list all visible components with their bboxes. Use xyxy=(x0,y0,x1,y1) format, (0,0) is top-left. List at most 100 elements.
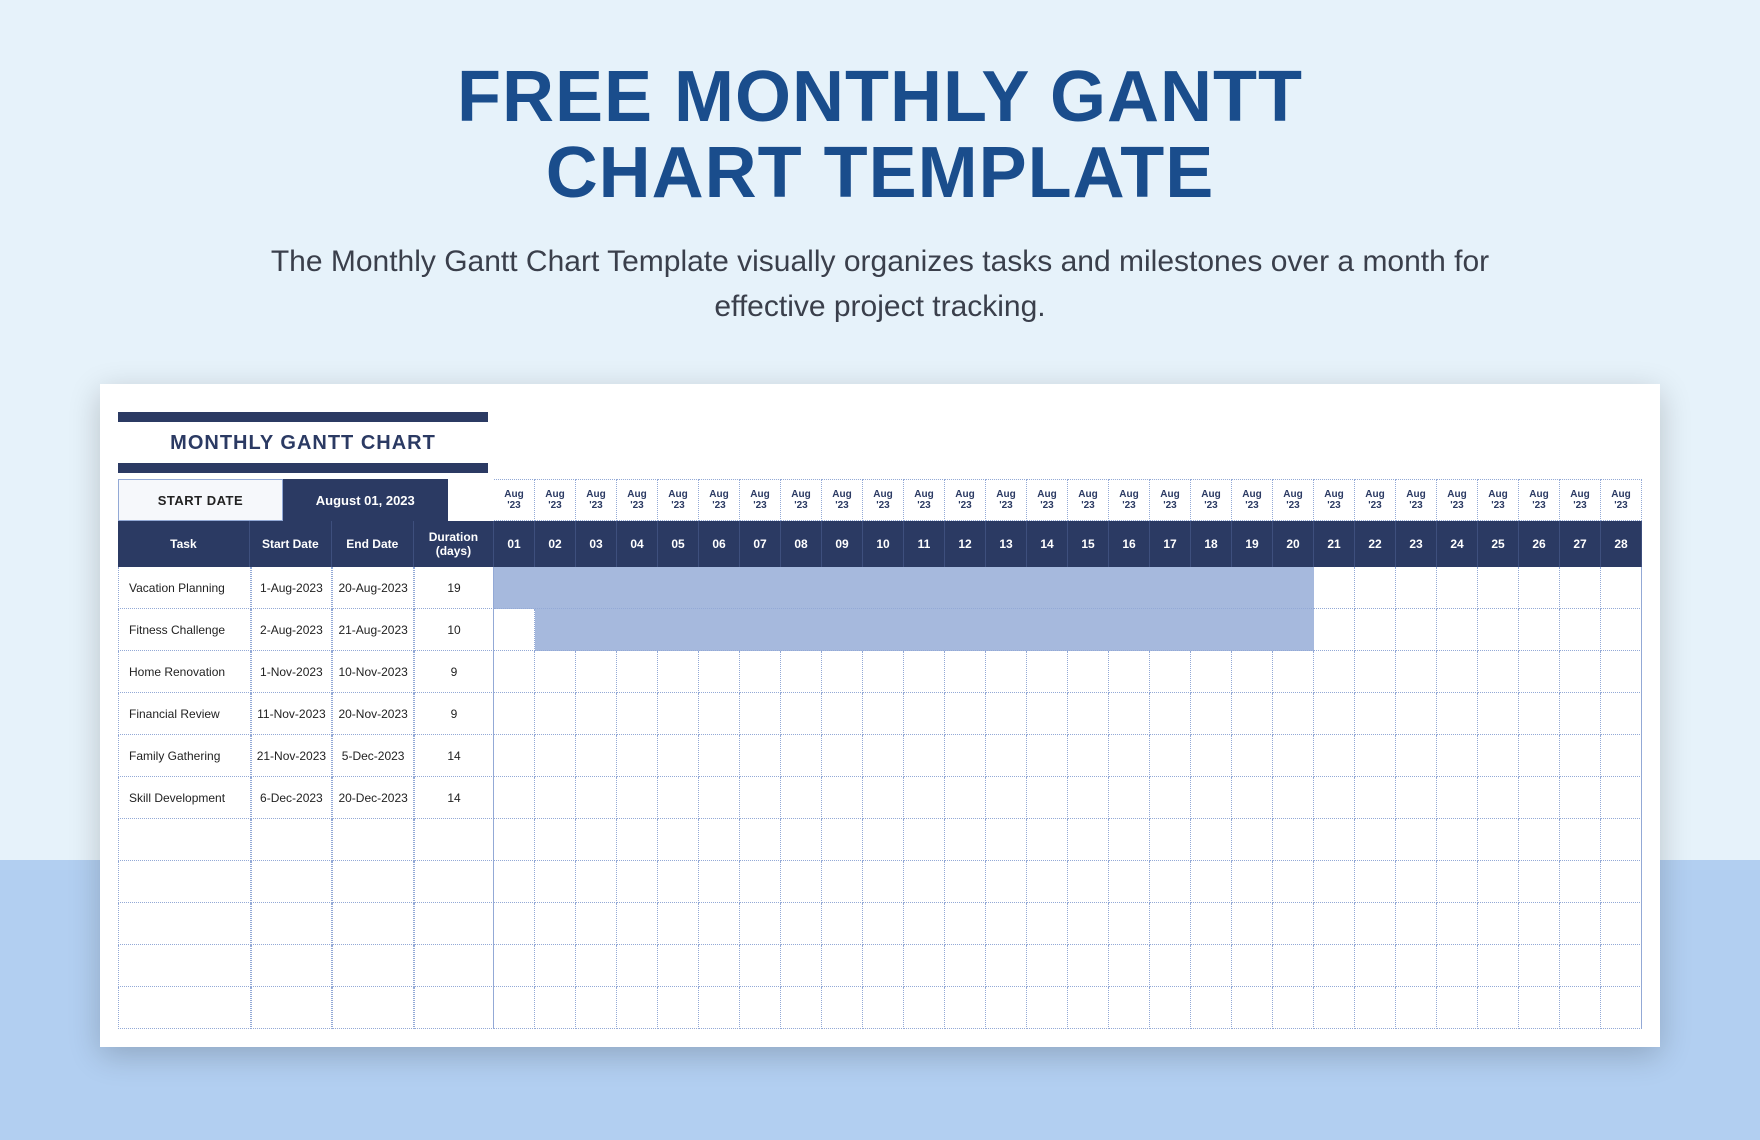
gantt-day-cell xyxy=(699,861,740,903)
day-header-cell: 28 xyxy=(1601,521,1642,567)
gantt-day-cell xyxy=(576,861,617,903)
gantt-day-cell xyxy=(1478,609,1519,651)
gantt-day-cell xyxy=(1314,651,1355,693)
day-header-cell: 22 xyxy=(1355,521,1396,567)
gantt-day-cell xyxy=(945,651,986,693)
gantt-day-cell xyxy=(1232,861,1273,903)
gantt-day-cell xyxy=(863,987,904,1029)
gantt-day-cell xyxy=(945,945,986,987)
gantt-day-cell xyxy=(535,777,576,819)
day-header-cell: 13 xyxy=(986,521,1027,567)
gantt-day-cell xyxy=(740,777,781,819)
gantt-day-cell xyxy=(1560,861,1601,903)
month-header-cell: Aug'23 xyxy=(945,479,986,521)
gantt-day-cell xyxy=(576,945,617,987)
gantt-day-cell xyxy=(1191,861,1232,903)
cell-task: Financial Review xyxy=(118,693,251,735)
gantt-day-cell xyxy=(945,819,986,861)
month-header-cell: Aug'23 xyxy=(740,479,781,521)
gantt-day-cell xyxy=(1068,735,1109,777)
gantt-day-cell xyxy=(1396,567,1437,609)
gantt-day-cell xyxy=(658,945,699,987)
gantt-day-cell xyxy=(945,861,986,903)
gantt-day-cell xyxy=(1232,777,1273,819)
gantt-day-cell xyxy=(658,777,699,819)
gantt-day-cell xyxy=(576,651,617,693)
gantt-day-cell xyxy=(1601,861,1642,903)
gantt-day-cell xyxy=(1478,903,1519,945)
gantt-day-cell xyxy=(1519,651,1560,693)
cell-task: Skill Development xyxy=(118,777,251,819)
gantt-day-cell xyxy=(904,861,945,903)
gantt-day-cell xyxy=(1437,693,1478,735)
gantt-day-cell xyxy=(658,693,699,735)
gantt-day-cell xyxy=(1314,567,1355,609)
decor-band-top xyxy=(118,412,488,422)
cell-duration xyxy=(414,903,494,945)
gantt-day-cell xyxy=(699,987,740,1029)
gantt-day-cell xyxy=(1232,987,1273,1029)
month-header-cell: Aug'23 xyxy=(1314,479,1355,521)
gantt-day-cell xyxy=(1027,777,1068,819)
day-header-cell: 04 xyxy=(617,521,658,567)
gantt-day-cell xyxy=(658,987,699,1029)
month-header-cell: Aug'23 xyxy=(494,479,535,521)
gantt-day-cell xyxy=(822,735,863,777)
start-date-value: August 01, 2023 xyxy=(283,479,448,521)
gantt-day-cell xyxy=(1314,735,1355,777)
gantt-day-cell xyxy=(986,777,1027,819)
chart-title: MONTHLY GANTT CHART xyxy=(118,424,488,463)
gantt-day-cell xyxy=(1478,777,1519,819)
gantt-day-cell xyxy=(822,777,863,819)
gantt-day-cell xyxy=(1191,777,1232,819)
gantt-day-cell xyxy=(1519,609,1560,651)
gantt-day-cell xyxy=(1150,651,1191,693)
day-header-cell: 16 xyxy=(1109,521,1150,567)
gantt-day-cell xyxy=(904,651,945,693)
gantt-day-cell xyxy=(904,819,945,861)
gantt-day-cell xyxy=(863,861,904,903)
month-header-cell: Aug'23 xyxy=(1355,479,1396,521)
gantt-day-cell xyxy=(1601,651,1642,693)
gantt-day-cell xyxy=(1396,693,1437,735)
table-row: Fitness Challenge2-Aug-202321-Aug-202310 xyxy=(118,609,1642,651)
page-subtitle: The Monthly Gantt Chart Template visuall… xyxy=(230,239,1530,329)
day-header-cell: 17 xyxy=(1150,521,1191,567)
gantt-day-cell xyxy=(740,903,781,945)
gantt-day-cell xyxy=(1109,651,1150,693)
cell-start: 6-Dec-2023 xyxy=(251,777,333,819)
day-header-cell: 12 xyxy=(945,521,986,567)
gantt-day-cell xyxy=(1478,861,1519,903)
cell-start: 11-Nov-2023 xyxy=(251,693,333,735)
cell-start: 2-Aug-2023 xyxy=(251,609,333,651)
gantt-day-cell xyxy=(1068,819,1109,861)
gantt-day-cell xyxy=(1109,903,1150,945)
gantt-day-cell xyxy=(904,945,945,987)
gantt-day-cell xyxy=(740,945,781,987)
gantt-day-cell xyxy=(1150,777,1191,819)
gantt-day-cell xyxy=(1314,693,1355,735)
gantt-day-cell xyxy=(1478,819,1519,861)
gantt-day-cell xyxy=(740,651,781,693)
gantt-day-cell xyxy=(1355,987,1396,1029)
gantt-day-cell xyxy=(1191,735,1232,777)
gantt-day-cell xyxy=(1027,693,1068,735)
col-duration: Duration (days) xyxy=(414,521,494,567)
day-header-cell: 18 xyxy=(1191,521,1232,567)
gantt-day-cell xyxy=(1560,945,1601,987)
gantt-day-cell xyxy=(1601,735,1642,777)
gantt-day-cell xyxy=(904,735,945,777)
gantt-day-cell xyxy=(1437,777,1478,819)
gantt-day-cell xyxy=(1601,609,1642,651)
gantt-day-cell xyxy=(1273,903,1314,945)
gantt-day-cell xyxy=(1478,945,1519,987)
gantt-day-cell xyxy=(1068,693,1109,735)
table-row xyxy=(118,987,1642,1029)
table-row xyxy=(118,861,1642,903)
gantt-day-cell xyxy=(1601,987,1642,1029)
gantt-day-cell xyxy=(863,903,904,945)
gantt-day-cell xyxy=(1150,819,1191,861)
gantt-day-cell xyxy=(1560,651,1601,693)
decor-band-bottom xyxy=(118,463,488,473)
gantt-day-cell xyxy=(1068,987,1109,1029)
